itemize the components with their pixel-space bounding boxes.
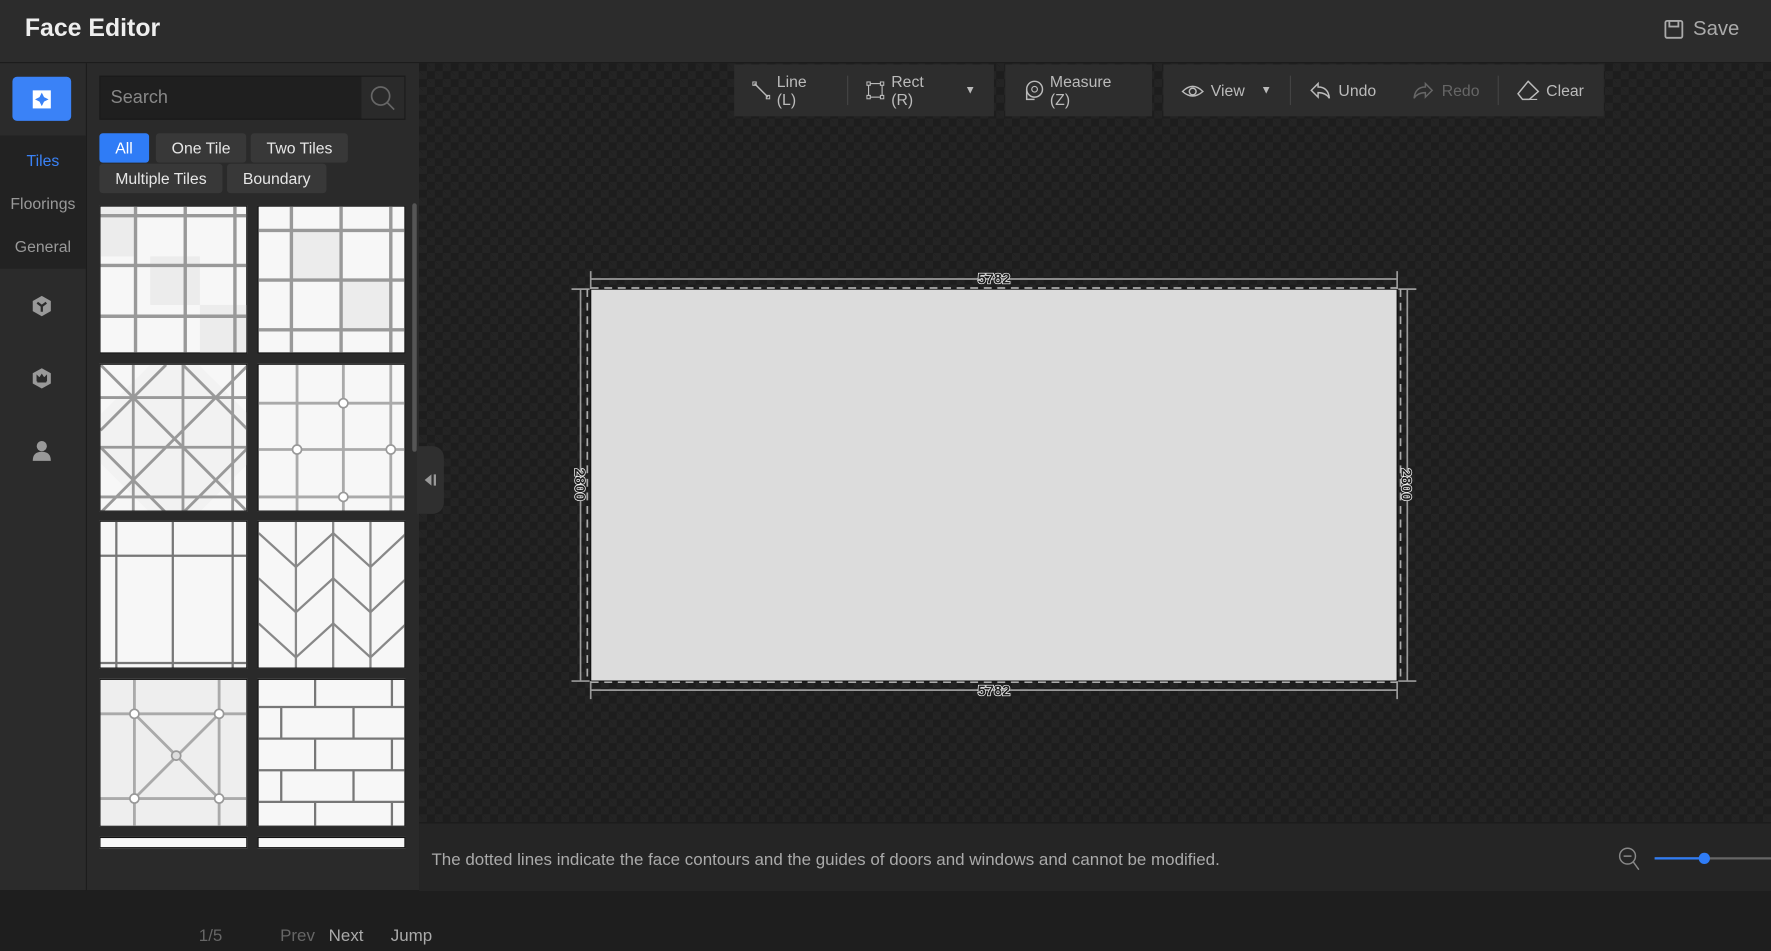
tile-item[interactable] — [257, 678, 406, 827]
line-icon — [752, 81, 770, 100]
toolbar-measure-group: Measure (Z) — [1005, 64, 1153, 117]
collapse-left-icon — [424, 474, 436, 486]
height-right-label: 2800 — [1398, 468, 1414, 501]
toolbar-edit-group: View ▼ Undo Redo Clear — [1163, 64, 1604, 117]
tile-item[interactable] — [99, 520, 248, 669]
search-input[interactable] — [100, 76, 363, 119]
page-title: Face Editor — [24, 13, 161, 42]
canvas[interactable]: Line (L) Rect (R) ▼ Measure (Z) View ▼ Und… — [419, 63, 1771, 823]
undo-icon — [1310, 81, 1331, 99]
line-tool-button[interactable]: Line (L) — [734, 64, 847, 116]
tile-item[interactable] — [257, 363, 406, 512]
view-button[interactable]: View ▼ — [1163, 64, 1289, 116]
save-button[interactable]: Save — [1664, 16, 1740, 41]
user-icon[interactable] — [30, 439, 53, 462]
height-left-label: 2800 — [571, 468, 587, 501]
filter-one-tile[interactable]: One Tile — [155, 133, 247, 163]
status-bar: The dotted lines indicate the face conto… — [419, 822, 1771, 892]
submenu-general[interactable]: General — [0, 237, 86, 255]
tile-item[interactable] — [257, 836, 406, 849]
chevron-down-icon[interactable]: ▼ — [965, 84, 976, 96]
filter-two-tiles[interactable]: Two Tiles — [250, 133, 349, 163]
undo-button[interactable]: Undo — [1291, 64, 1394, 116]
filter-all[interactable]: All — [99, 133, 149, 163]
zoom-slider-fill — [1654, 857, 1704, 860]
face-rect[interactable] — [590, 288, 1398, 682]
icon-rail: Tiles Floorings General — [0, 63, 87, 891]
tiles-panel: All One Tile Two Tiles Multiple Tiles Bo… — [86, 63, 432, 945]
width-top-label: 5782 — [978, 271, 1011, 287]
measure-label: Measure (Z) — [1049, 72, 1112, 109]
search-button[interactable] — [361, 76, 405, 119]
tile-item[interactable] — [257, 520, 406, 669]
search-icon — [370, 85, 395, 110]
face-drawing: 5782 5782 2800 2800 — [570, 271, 1417, 700]
zoom-out-icon[interactable] — [1618, 847, 1642, 872]
redo-icon — [1413, 81, 1434, 99]
save-label: Save — [1693, 16, 1740, 40]
tiles-submenu: Tiles Floorings General — [0, 135, 86, 269]
brand-icon[interactable] — [30, 367, 53, 390]
measure-icon — [1025, 80, 1044, 101]
search-box — [99, 75, 406, 120]
tiles-icon — [32, 89, 51, 108]
pagination: 1/5 Prev Next Jump — [174, 922, 506, 951]
collapse-panel-button[interactable] — [416, 446, 444, 514]
width-bottom-label: 5782 — [978, 684, 1011, 700]
jump-button[interactable]: Jump — [391, 926, 432, 945]
tile-item[interactable] — [99, 678, 248, 827]
tile-item[interactable] — [99, 205, 248, 354]
model-icon[interactable] — [30, 295, 53, 318]
undo-label: Undo — [1338, 81, 1377, 100]
toolbar-draw-group: Line (L) Rect (R) ▼ — [734, 64, 994, 117]
submenu-tiles[interactable]: Tiles — [0, 151, 86, 169]
submenu-floorings[interactable]: Floorings — [0, 194, 86, 212]
eye-icon — [1181, 85, 1204, 97]
prev-button[interactable]: Prev — [280, 926, 315, 945]
tile-item[interactable] — [99, 363, 248, 512]
page-indicator: 1/5 — [198, 926, 223, 946]
measure-tool-button[interactable]: Measure (Z) — [1005, 64, 1152, 116]
view-label: View — [1210, 81, 1245, 100]
tile-item[interactable] — [257, 205, 406, 354]
tile-item[interactable] — [99, 836, 248, 849]
clear-label: Clear — [1546, 81, 1584, 100]
redo-label: Redo — [1441, 81, 1480, 100]
save-icon — [1664, 19, 1684, 39]
filter-multiple-tiles[interactable]: Multiple Tiles — [99, 163, 223, 194]
rect-tool-button[interactable]: Rect (R) ▼ — [849, 64, 994, 116]
redo-button[interactable]: Redo — [1394, 64, 1497, 116]
line-label: Line (L) — [776, 72, 807, 109]
filter-boundary[interactable]: Boundary — [227, 163, 327, 194]
rect-icon — [866, 81, 885, 100]
rect-label: Rect (R) — [891, 72, 924, 109]
zoom-slider[interactable] — [1654, 852, 1771, 865]
eraser-icon — [1516, 80, 1540, 101]
tiles-category-button[interactable] — [12, 76, 72, 121]
header: Face Editor Save — [0, 0, 1771, 64]
hint-text: The dotted lines indicate the face conto… — [431, 850, 1220, 870]
next-button[interactable]: Next — [329, 926, 364, 945]
chevron-down-icon[interactable]: ▼ — [1261, 84, 1272, 96]
panel-scrollbar[interactable] — [412, 203, 417, 452]
zoom-slider-handle[interactable] — [1698, 852, 1710, 865]
clear-button[interactable]: Clear — [1499, 64, 1602, 116]
